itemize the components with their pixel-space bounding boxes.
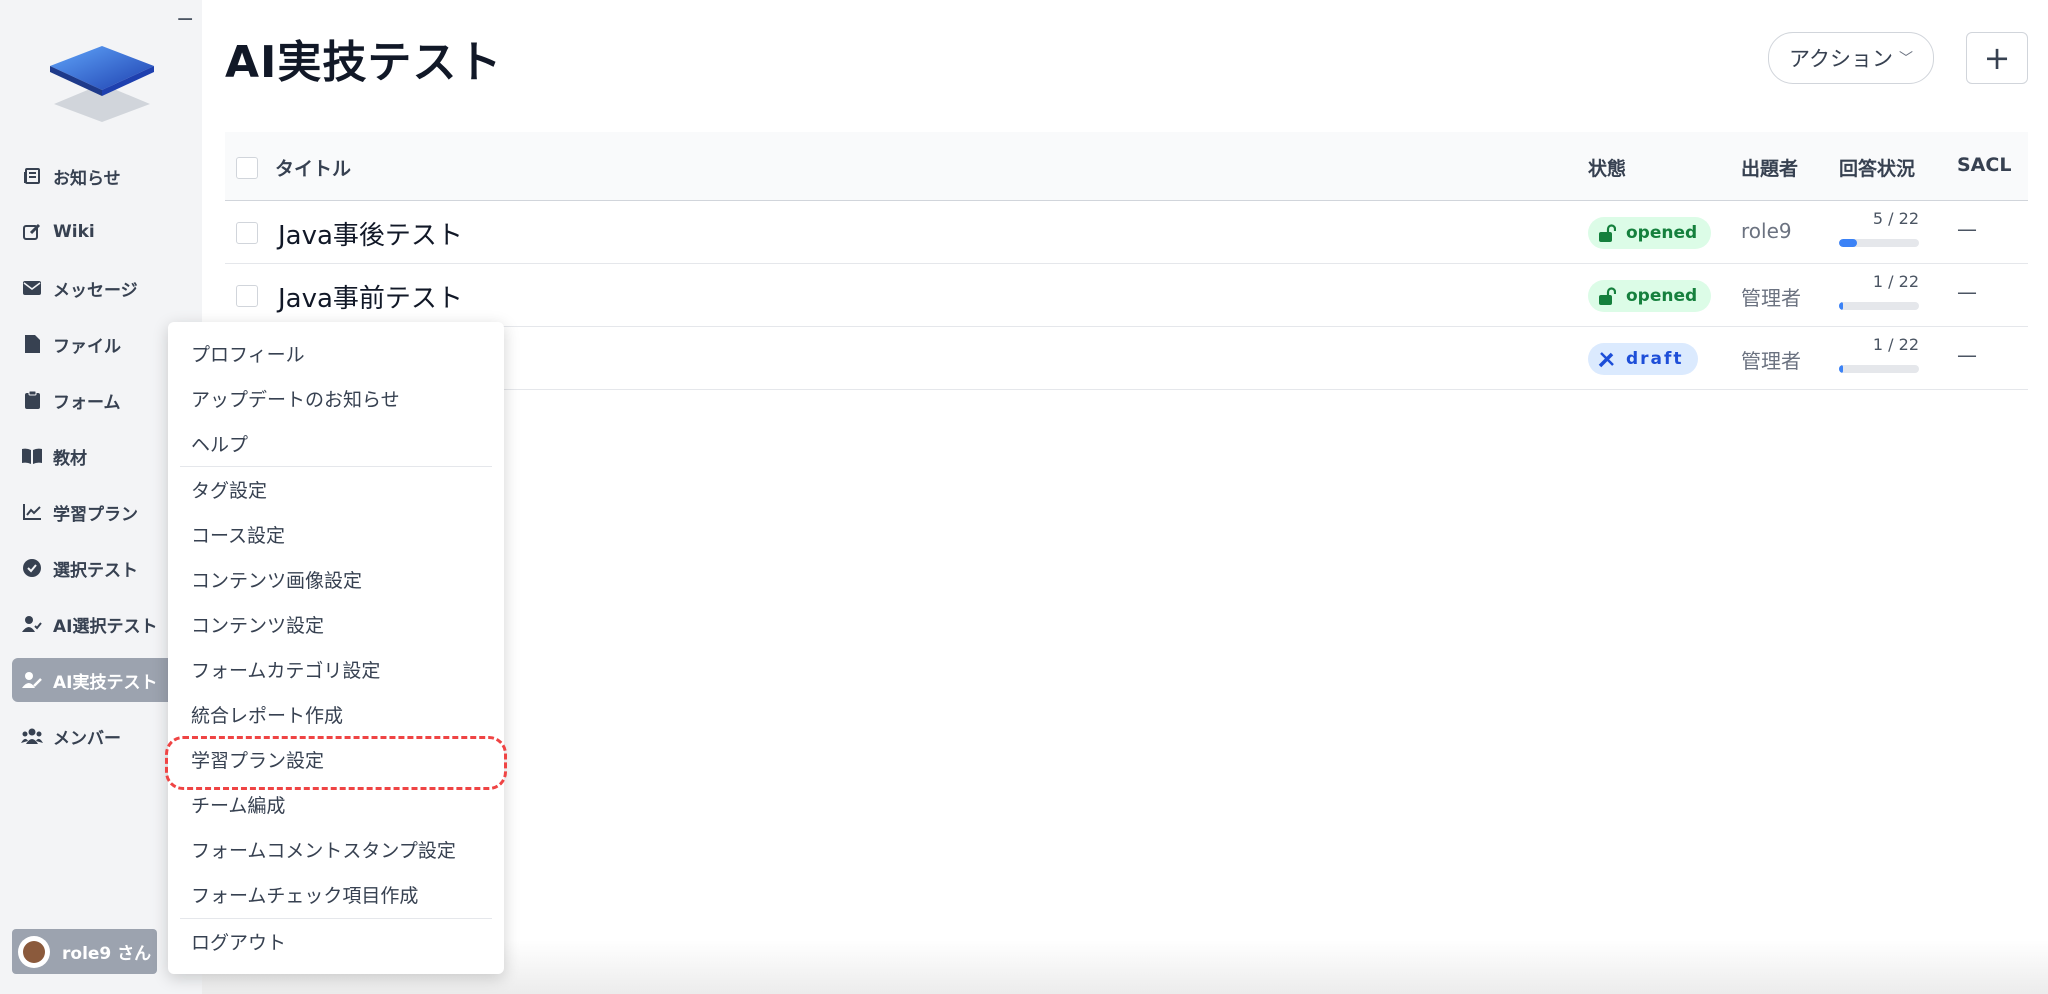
row-author: 管理者 bbox=[1741, 349, 1801, 373]
check-circle-icon bbox=[21, 557, 43, 579]
menu-item-form-comment-stamp[interactable]: フォームコメントスタンプ設定 bbox=[191, 836, 456, 863]
sidebar-item-label: メッセージ bbox=[53, 280, 138, 301]
column-header-sacl[interactable]: SACL bbox=[1957, 154, 2011, 176]
column-header-status[interactable]: 状態 bbox=[1588, 154, 1626, 181]
status-badge: opened bbox=[1588, 280, 1712, 312]
select-all-checkbox[interactable] bbox=[236, 157, 258, 179]
progress-fill bbox=[1839, 365, 1843, 373]
row-author: 管理者 bbox=[1741, 286, 1801, 310]
status-badge: opened bbox=[1588, 217, 1712, 249]
sidebar-item-label: 学習プラン bbox=[53, 504, 138, 525]
user-pen-icon bbox=[21, 669, 43, 691]
progress-bar bbox=[1839, 302, 1919, 310]
app-logo[interactable] bbox=[44, 40, 160, 122]
menu-item-form-check-items[interactable]: フォームチェック項目作成 bbox=[191, 881, 418, 908]
sidebar-item-messages[interactable]: メッセージ bbox=[12, 266, 172, 310]
user-name: role9 さん bbox=[62, 944, 152, 964]
progress-text: 5 / 22 bbox=[1872, 209, 1919, 228]
user-dropdown-menu: プロフィール アップデートのお知らせ ヘルプ タグ設定 コース設定 コンテンツ画… bbox=[168, 322, 504, 974]
edit-icon bbox=[21, 221, 43, 243]
sidebar-item-members[interactable]: メンバー bbox=[12, 714, 172, 758]
sidebar-item-label: Wiki bbox=[53, 222, 95, 242]
menu-item-integrated-report[interactable]: 統合レポート作成 bbox=[191, 701, 343, 728]
sidebar-item-materials[interactable]: 教材 bbox=[12, 434, 172, 478]
action-dropdown-button[interactable]: アクション ﹀ bbox=[1768, 32, 1934, 84]
table-row[interactable]: Java事前テスト opened 管理者 1 / 22 — bbox=[225, 264, 2028, 327]
pencil-ruler-icon bbox=[1598, 350, 1616, 368]
progress-fill bbox=[1839, 239, 1858, 247]
menu-item-logout[interactable]: ログアウト bbox=[191, 928, 286, 955]
user-menu-button[interactable]: role9 さん bbox=[12, 929, 157, 974]
menu-item-course-settings[interactable]: コース設定 bbox=[191, 521, 285, 548]
menu-item-content-image-settings[interactable]: コンテンツ画像設定 bbox=[191, 566, 362, 593]
sidebar-item-label: ファイル bbox=[53, 336, 121, 357]
row-sacl: — bbox=[1957, 217, 1977, 241]
row-title[interactable]: Java事前テスト bbox=[278, 278, 463, 315]
column-header-title[interactable]: タイトル bbox=[275, 154, 351, 181]
progress-fill bbox=[1839, 302, 1843, 310]
sidebar-collapse-button[interactable]: − bbox=[176, 8, 194, 32]
row-checkbox[interactable] bbox=[236, 285, 258, 307]
envelope-icon bbox=[21, 277, 43, 299]
sidebar-item-label: メンバー bbox=[53, 728, 121, 749]
progress-text: 1 / 22 bbox=[1872, 335, 1919, 354]
row-title[interactable]: Java事後テスト bbox=[278, 215, 463, 252]
menu-divider bbox=[180, 918, 492, 919]
progress-bar bbox=[1839, 365, 1919, 373]
highlight-annotation bbox=[165, 736, 507, 790]
sidebar-item-label: フォーム bbox=[53, 392, 121, 413]
sidebar-item-label: 教材 bbox=[53, 448, 87, 469]
row-sacl: — bbox=[1957, 280, 1977, 304]
sidebar-item-ai-practical-test[interactable]: AI実技テスト bbox=[12, 658, 187, 702]
unlock-icon bbox=[1598, 287, 1616, 305]
row-checkbox[interactable] bbox=[236, 222, 258, 244]
sidebar-item-wiki[interactable]: Wiki bbox=[12, 210, 172, 254]
action-label: アクション bbox=[1789, 47, 1893, 71]
menu-item-help[interactable]: ヘルプ bbox=[191, 430, 248, 457]
menu-item-profile[interactable]: プロフィール bbox=[191, 340, 305, 367]
status-text: opened bbox=[1626, 286, 1698, 306]
sidebar-item-files[interactable]: ファイル bbox=[12, 322, 172, 366]
clipboard-icon bbox=[21, 389, 43, 411]
file-icon bbox=[21, 333, 43, 355]
status-text: opened bbox=[1626, 223, 1698, 243]
table-header: タイトル 状態 出題者 回答状況 SACL bbox=[225, 132, 2028, 202]
progress-bar bbox=[1839, 239, 1919, 247]
status-text: draft bbox=[1626, 349, 1684, 369]
plus-icon: + bbox=[1983, 39, 2011, 77]
add-button[interactable]: + bbox=[1966, 32, 2028, 84]
sidebar-item-ai-choice-test[interactable]: AI選択テスト bbox=[12, 602, 172, 646]
users-icon bbox=[21, 725, 43, 747]
sidebar-item-label: 選択テスト bbox=[53, 560, 138, 581]
menu-item-content-settings[interactable]: コンテンツ設定 bbox=[191, 611, 324, 638]
sidebar-item-news[interactable]: お知らせ bbox=[12, 154, 172, 198]
unlock-icon bbox=[1598, 224, 1616, 242]
sidebar-item-label: AI選択テスト bbox=[53, 616, 158, 637]
row-sacl: — bbox=[1957, 343, 1977, 367]
sidebar-item-forms[interactable]: フォーム bbox=[12, 378, 172, 422]
sidebar-item-label: AI実技テスト bbox=[53, 672, 158, 693]
menu-item-update-notices[interactable]: アップデートのお知らせ bbox=[191, 385, 400, 412]
user-check-icon bbox=[21, 613, 43, 635]
menu-item-tag-settings[interactable]: タグ設定 bbox=[191, 476, 267, 503]
menu-item-team-formation[interactable]: チーム編成 bbox=[191, 791, 285, 818]
status-badge: draft bbox=[1588, 343, 1698, 375]
menu-divider bbox=[180, 466, 492, 467]
chart-line-icon bbox=[21, 501, 43, 523]
progress-text: 1 / 22 bbox=[1872, 272, 1919, 291]
menu-item-form-category-settings[interactable]: フォームカテゴリ設定 bbox=[191, 656, 380, 683]
avatar bbox=[18, 935, 50, 968]
page-title: AI実技テスト bbox=[225, 37, 503, 88]
sidebar-item-label: お知らせ bbox=[53, 168, 121, 189]
table-row[interactable]: Java事後テスト opened role9 5 / 22 — bbox=[225, 201, 2028, 264]
sidebar-item-learning-plan[interactable]: 学習プラン bbox=[12, 490, 172, 534]
row-author: role9 bbox=[1741, 219, 1792, 243]
chevron-down-icon: ﹀ bbox=[1898, 51, 1913, 67]
column-header-progress[interactable]: 回答状況 bbox=[1839, 154, 1915, 181]
newspaper-icon bbox=[21, 165, 43, 187]
column-header-author[interactable]: 出題者 bbox=[1741, 154, 1798, 181]
sidebar-item-choice-test[interactable]: 選択テスト bbox=[12, 546, 172, 590]
book-icon bbox=[21, 445, 43, 467]
